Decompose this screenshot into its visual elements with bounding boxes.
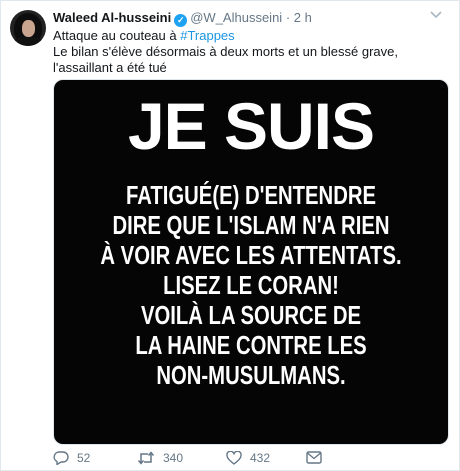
direct-message-button[interactable] (306, 451, 322, 464)
avatar-body (12, 37, 44, 46)
retweet-count: 340 (163, 451, 184, 465)
author-handle[interactable]: @W_Alhusseini (190, 10, 282, 25)
tweet-text-line1: Attaque au couteau à (53, 28, 181, 43)
like-button[interactable]: 432 (226, 451, 270, 465)
tweet-text: Attaque au couteau à #Trappes Le bilan s… (53, 28, 448, 76)
media-body-line: À VOIR AVEC LES ATTENTATS. (100, 240, 402, 270)
hashtag-link[interactable]: #Trappes (180, 28, 234, 43)
media-headline: JE SUIS (127, 89, 375, 163)
reply-icon (53, 451, 69, 465)
media-body-text: FATIGUÉ(E) D'ENTENDRE DIRE QUE L'ISLAM N'… (97, 180, 404, 390)
retweet-icon (137, 451, 155, 465)
tweet-header: Waleed Al-husseini ✓ @W_Alhusseini · 2 h (53, 10, 312, 27)
mail-icon (306, 451, 322, 464)
reply-count: 52 (77, 451, 91, 465)
tweet-text-line2: Le bilan s'élève désormais à deux morts … (53, 44, 399, 75)
like-count: 432 (250, 451, 271, 465)
verified-badge-icon: ✓ (174, 14, 188, 27)
tweet-timestamp[interactable]: 2 h (294, 10, 312, 25)
media-body-line: VOILÀ LA SOURCE DE (140, 300, 362, 330)
author-name[interactable]: Waleed Al-husseini (53, 10, 171, 25)
media-body-line: LA HAINE CONTRE LES (135, 330, 367, 360)
heart-icon (226, 451, 242, 465)
tweet-media-image[interactable]: JE SUIS FATIGUÉ(E) D'ENTENDRE DIRE QUE L'… (53, 79, 449, 445)
avatar-face (22, 20, 35, 37)
media-body-line: FATIGUÉ(E) D'ENTENDRE (125, 180, 377, 210)
retweet-button[interactable]: 340 (137, 451, 183, 465)
meta-separator: · (285, 10, 291, 25)
tweet-actions: 52 340 432 (53, 451, 453, 469)
avatar[interactable] (10, 10, 46, 46)
media-body-line: DIRE QUE L'ISLAM N'A RIEN (112, 210, 390, 240)
media-body-line: NON-MUSULMANS. (156, 360, 346, 390)
reply-button[interactable]: 52 (53, 451, 90, 465)
media-body-line: LISEZ LE CORAN! (163, 270, 339, 300)
chevron-down-icon[interactable] (430, 10, 442, 22)
